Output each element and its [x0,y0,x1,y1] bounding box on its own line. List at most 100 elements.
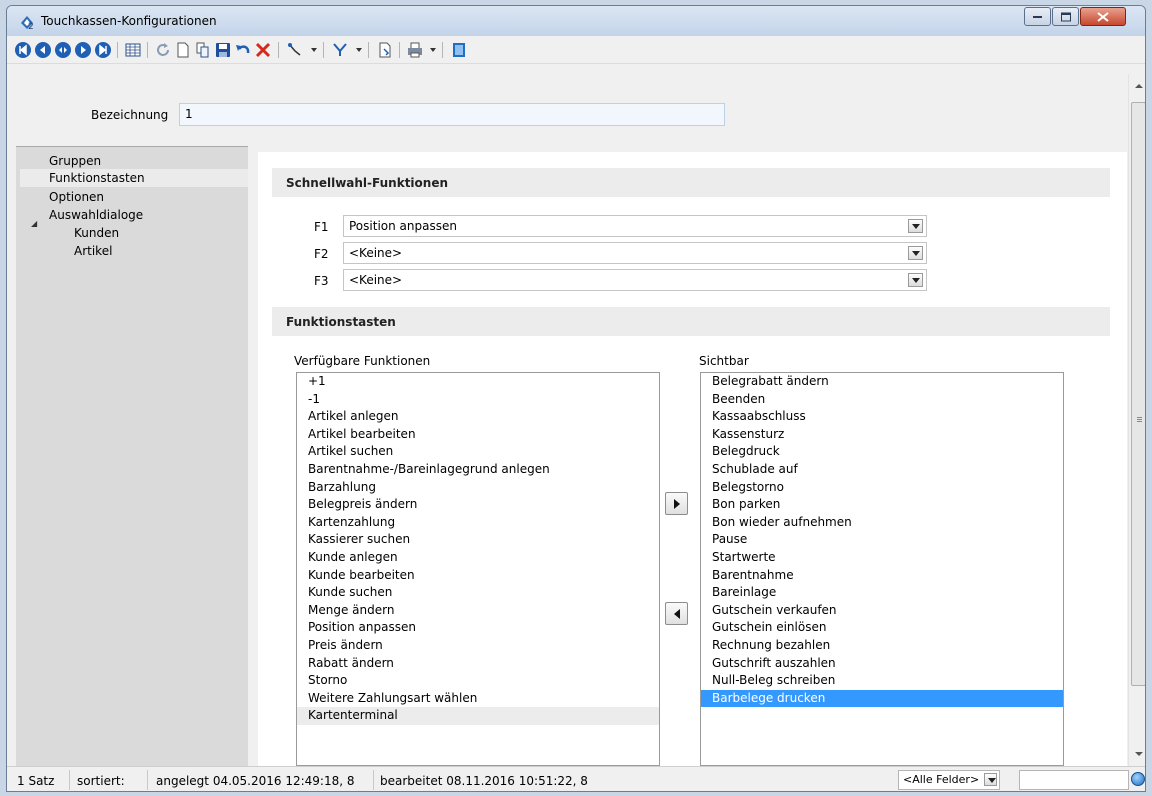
list-item[interactable]: Storno [297,672,659,690]
list-item[interactable]: Barzahlung [297,479,659,497]
list-item[interactable]: Artikel anlegen [297,408,659,426]
header-form: Bezeichnung 1 [7,64,1127,149]
list-item[interactable]: Belegdruck [701,443,1063,461]
available-functions-label: Verfügbare Funktionen [294,354,431,368]
list-item[interactable]: Preis ändern [297,637,659,655]
chevron-down-icon[interactable] [984,773,997,786]
filter-icon[interactable] [331,41,349,59]
available-functions-list[interactable]: +1 -1 Artikel anlegen Artikel bearbeiten Art… [296,372,660,766]
list-item[interactable]: Kassierer suchen [297,531,659,549]
f3-label: F3 [314,274,329,288]
last-record-icon[interactable] [94,41,112,59]
list-item[interactable]: Kassaabschluss [701,408,1063,426]
list-item[interactable]: Bon parken [701,496,1063,514]
first-record-icon[interactable] [14,41,32,59]
sort-status: sortiert: [77,774,125,788]
list-item[interactable]: Kartenterminal [297,707,659,725]
list-item[interactable]: Null-Beleg schreiben [701,672,1063,690]
list-item[interactable]: Barbelege drucken [701,689,1063,708]
scroll-down-icon[interactable] [1135,752,1143,756]
visible-functions-label: Sichtbar [699,354,749,368]
list-item[interactable]: Schublade auf [701,461,1063,479]
print-icon[interactable] [406,41,424,59]
f3-select[interactable]: <Keine> [343,269,927,291]
previous-record-icon[interactable] [34,41,52,59]
new-record-icon[interactable] [174,41,192,59]
scroll-up-icon[interactable] [1135,84,1143,88]
undo-icon[interactable] [234,41,252,59]
remove-from-visible-button[interactable] [665,602,688,625]
f2-select[interactable]: <Keine> [343,242,927,264]
list-item[interactable]: Gutschrift auszahlen [701,655,1063,673]
list-item[interactable]: Menge ändern [297,602,659,620]
list-item[interactable]: Kartenzahlung [297,514,659,532]
status-bar: 1 Satz sortiert: angelegt 04.05.2016 12:… [7,766,1145,791]
list-item[interactable]: Belegpreis ändern [297,496,659,514]
sidebar-item-artikel[interactable]: Artikel [74,244,112,258]
list-item[interactable]: Gutschein verkaufen [701,602,1063,620]
filter-dropdown-icon[interactable] [356,48,362,52]
list-item[interactable]: Bareinlage [701,584,1063,602]
list-item[interactable]: Position anpassen [297,619,659,637]
list-item[interactable]: Weitere Zahlungsart wählen [297,690,659,708]
list-item[interactable]: Barentnahme [701,567,1063,585]
svg-text:2: 2 [28,22,34,30]
list-item[interactable]: Belegrabatt ändern [701,373,1063,391]
visible-functions-list[interactable]: Belegrabatt ändern Beenden Kassaabschluss K… [700,372,1064,766]
list-item[interactable]: Gutschein einlösen [701,619,1063,637]
print-dropdown-icon[interactable] [430,48,436,52]
list-item[interactable]: Beenden [701,391,1063,409]
refresh-icon[interactable] [154,41,172,59]
expand-arrow-icon[interactable]: ◢ [31,219,37,228]
list-item[interactable]: Rechnung bezahlen [701,637,1063,655]
list-item[interactable]: Bon wieder aufnehmen [701,514,1063,532]
list-item[interactable]: +1 [297,373,659,391]
search-input[interactable] [1019,770,1129,790]
vertical-scrollbar[interactable] [1128,74,1145,766]
pick-icon[interactable] [286,41,304,59]
bezeichnung-input[interactable]: 1 [179,103,725,126]
report-icon[interactable] [376,41,394,59]
list-item[interactable]: Rabatt ändern [297,655,659,673]
globe-icon[interactable] [1131,772,1145,786]
close-button[interactable] [1080,7,1126,26]
minimize-button[interactable] [1024,7,1051,26]
copy-record-icon[interactable] [194,41,212,59]
field-select[interactable]: <Alle Felder> [898,770,1000,790]
sidebar: Gruppen Funktionstasten Optionen ◢ Auswa… [16,146,248,766]
toolbar [7,36,1145,64]
chevron-down-icon[interactable] [908,219,923,233]
sidebar-item-optionen[interactable]: Optionen [49,190,104,204]
book-icon[interactable] [450,41,468,59]
chevron-down-icon[interactable] [908,246,923,260]
delete-icon[interactable] [254,41,272,59]
list-item[interactable]: Startwerte [701,549,1063,567]
sidebar-item-funktionstasten[interactable]: Funktionstasten [20,169,248,187]
list-item[interactable]: Belegstorno [701,479,1063,497]
list-item[interactable]: -1 [297,391,659,409]
list-item[interactable]: Barentnahme-/Bareinlagegrund anlegen [297,461,659,479]
list-item[interactable]: Pause [701,531,1063,549]
sidebar-item-gruppen[interactable]: Gruppen [49,154,101,168]
f1-select[interactable]: Position anpassen [343,215,927,237]
app-icon: 2 [19,14,35,32]
add-to-visible-button[interactable] [665,492,688,515]
sidebar-item-auswahldialoge[interactable]: Auswahldialoge [49,208,143,222]
chevron-down-icon[interactable] [908,273,923,287]
f1-label: F1 [314,220,329,234]
save-icon[interactable] [214,41,232,59]
list-item[interactable]: Artikel bearbeiten [297,426,659,444]
list-item[interactable]: Kassensturz [701,426,1063,444]
list-item[interactable]: Kunde anlegen [297,549,659,567]
scroll-thumb[interactable] [1131,102,1145,686]
sidebar-item-kunden[interactable]: Kunden [74,226,119,240]
pick-dropdown-icon[interactable] [311,48,317,52]
list-item[interactable]: Artikel suchen [297,443,659,461]
list-item[interactable]: Kunde suchen [297,584,659,602]
maximize-button[interactable] [1052,7,1079,26]
list-item[interactable]: Kunde bearbeiten [297,567,659,585]
table-view-icon[interactable] [124,41,142,59]
current-record-icon[interactable] [54,41,72,59]
title-bar: 2 Touchkassen-Konfigurationen [7,6,1145,36]
next-record-icon[interactable] [74,41,92,59]
